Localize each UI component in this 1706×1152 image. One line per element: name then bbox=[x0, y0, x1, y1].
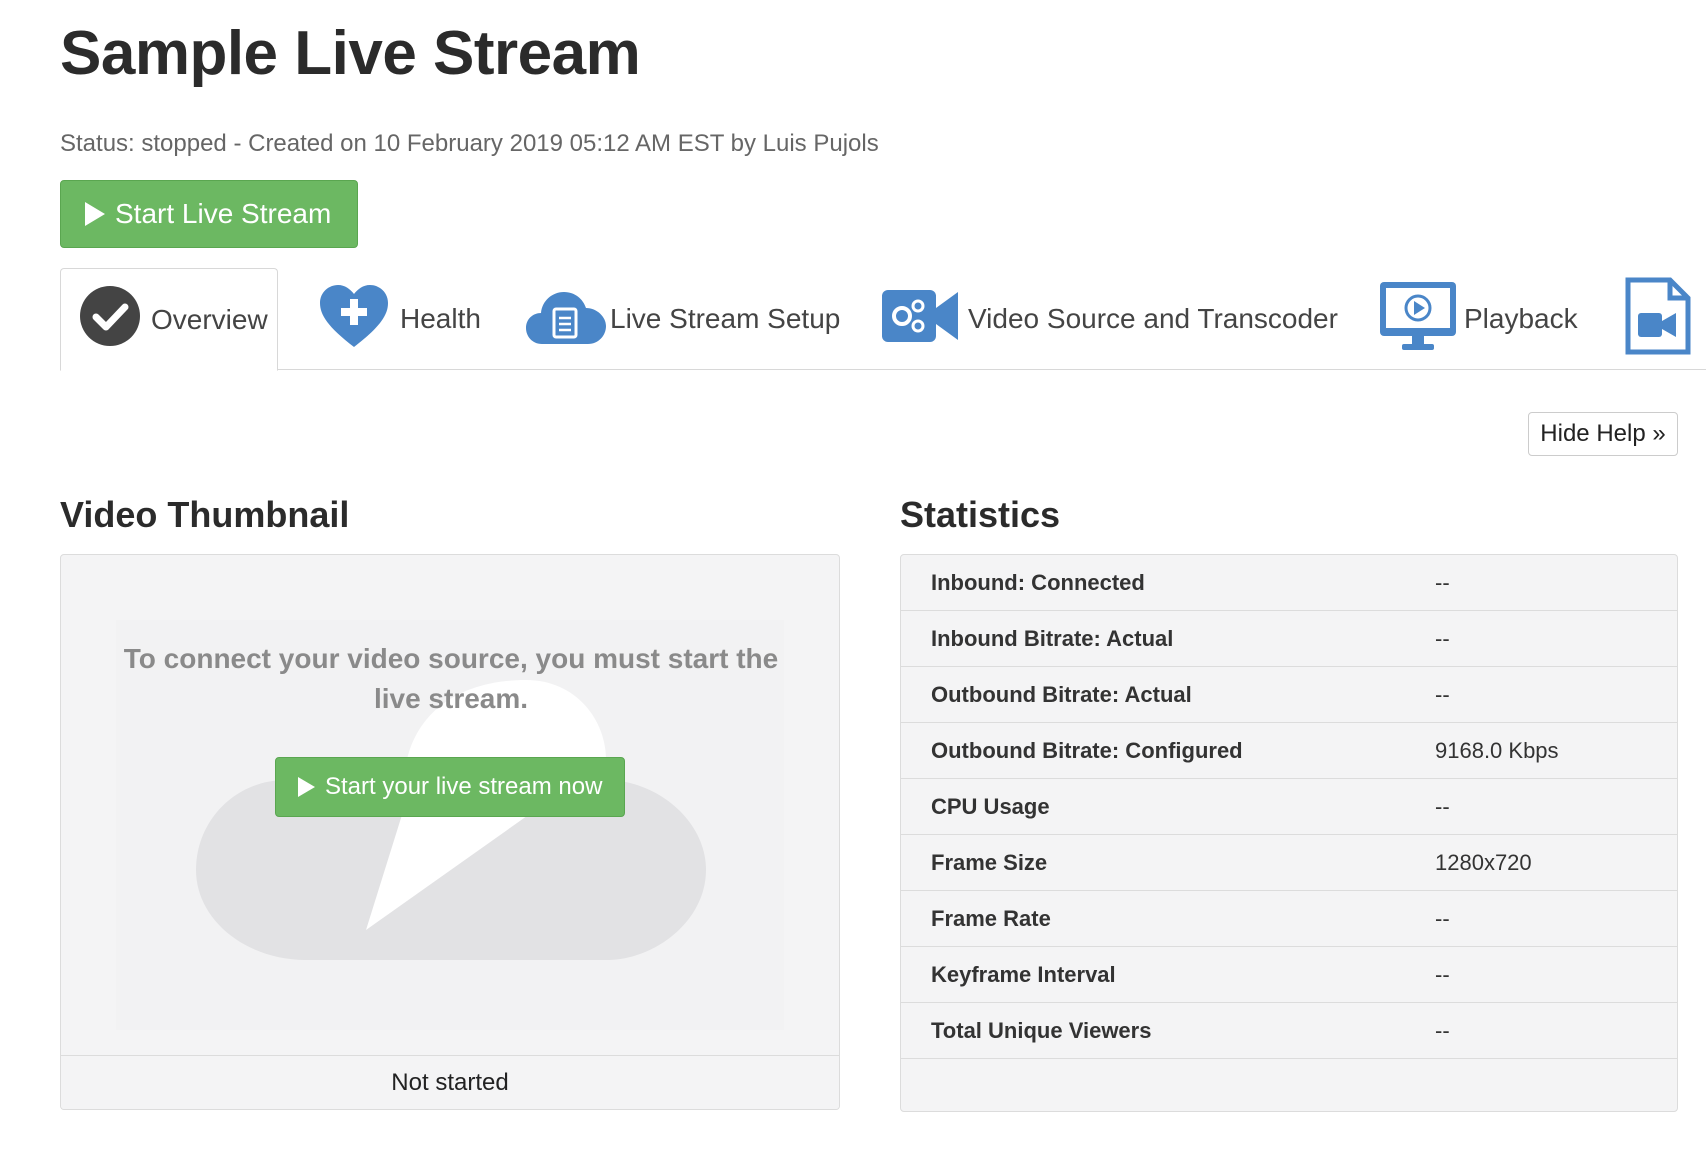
table-row: Frame Rate -- bbox=[901, 891, 1677, 947]
tab-playback-label: Playback bbox=[1464, 303, 1578, 334]
hide-help-button[interactable]: Hide Help » bbox=[1528, 412, 1678, 456]
tab-bar: Overview Health Live Stream Setup Video … bbox=[60, 268, 1706, 371]
stat-value: 9168.0 Kbps bbox=[1435, 737, 1559, 763]
start-live-stream-label: Start Live Stream bbox=[115, 198, 332, 229]
page-title: Sample Live Stream bbox=[60, 19, 641, 88]
cloud-document-icon bbox=[526, 286, 606, 353]
table-row: Outbound Bitrate: Configured 9168.0 Kbps bbox=[901, 723, 1677, 779]
start-stream-now-button[interactable]: Start your live stream now bbox=[275, 757, 625, 817]
stat-label: CPU Usage bbox=[931, 793, 1050, 819]
stat-label: Total Unique Viewers bbox=[931, 1017, 1152, 1043]
stat-label: Outbound Bitrate: Configured bbox=[931, 737, 1243, 763]
tab-health[interactable]: Health bbox=[318, 268, 481, 370]
tab-overview-label: Overview bbox=[151, 303, 268, 335]
stat-value: -- bbox=[1435, 569, 1450, 595]
table-row: Frame Size 1280x720 bbox=[901, 835, 1677, 891]
stat-label: Inbound: Connected bbox=[931, 569, 1145, 595]
tab-video-source-label: Video Source and Transcoder bbox=[968, 303, 1338, 334]
start-stream-now-label: Start your live stream now bbox=[325, 773, 603, 800]
monitor-play-icon bbox=[1378, 280, 1458, 359]
tab-video-source[interactable]: Video Source and Transcoder bbox=[882, 268, 1338, 370]
statistics-title: Statistics bbox=[900, 494, 1061, 535]
table-row: Inbound: Connected -- bbox=[901, 555, 1677, 611]
table-row: Keyframe Interval -- bbox=[901, 947, 1677, 1003]
tab-health-label: Health bbox=[400, 303, 481, 334]
video-thumbnail-title: Video Thumbnail bbox=[60, 494, 350, 535]
stat-value: 1280x720 bbox=[1435, 849, 1532, 875]
table-row: Outbound Bitrate: Actual -- bbox=[901, 667, 1677, 723]
tab-overview[interactable]: Overview bbox=[60, 268, 278, 371]
tab-live-stream-setup-label: Live Stream Setup bbox=[610, 303, 841, 334]
stat-label: Outbound Bitrate: Actual bbox=[931, 681, 1192, 707]
stat-label: Keyframe Interval bbox=[931, 961, 1116, 987]
video-thumbnail-panel: To connect your video source, you must s… bbox=[60, 554, 840, 1110]
video-file-icon bbox=[1624, 277, 1692, 362]
stat-value: -- bbox=[1435, 961, 1450, 987]
stat-value: -- bbox=[1435, 905, 1450, 931]
thumbnail-message: To connect your video source, you must s… bbox=[123, 643, 779, 714]
play-icon bbox=[85, 202, 105, 226]
heart-plus-icon bbox=[318, 283, 390, 356]
tab-video-file[interactable] bbox=[1624, 268, 1702, 370]
stat-value: -- bbox=[1435, 625, 1450, 651]
tab-playback[interactable]: Playback bbox=[1378, 268, 1578, 370]
table-row: Inbound Bitrate: Actual -- bbox=[901, 611, 1677, 667]
table-row: CPU Usage -- bbox=[901, 779, 1677, 835]
start-live-stream-button[interactable]: Start Live Stream bbox=[60, 180, 358, 248]
table-row: Total Unique Viewers -- bbox=[901, 1003, 1677, 1059]
stat-value: -- bbox=[1435, 681, 1450, 707]
stat-value: -- bbox=[1435, 793, 1450, 819]
stat-label: Inbound Bitrate: Actual bbox=[931, 625, 1174, 651]
status-text: Status: stopped - Created on 10 February… bbox=[60, 130, 879, 157]
play-icon bbox=[298, 777, 315, 797]
check-circle-icon bbox=[79, 285, 141, 354]
thumbnail-status: Not started bbox=[61, 1055, 839, 1109]
stat-label: Frame Size bbox=[931, 849, 1048, 875]
statistics-table: Inbound: Connected -- Inbound Bitrate: A… bbox=[900, 554, 1678, 1112]
video-camera-gears-icon bbox=[882, 288, 958, 351]
stat-value: -- bbox=[1435, 1017, 1450, 1043]
tab-live-stream-setup[interactable]: Live Stream Setup bbox=[526, 268, 840, 370]
stat-label: Frame Rate bbox=[931, 905, 1051, 931]
